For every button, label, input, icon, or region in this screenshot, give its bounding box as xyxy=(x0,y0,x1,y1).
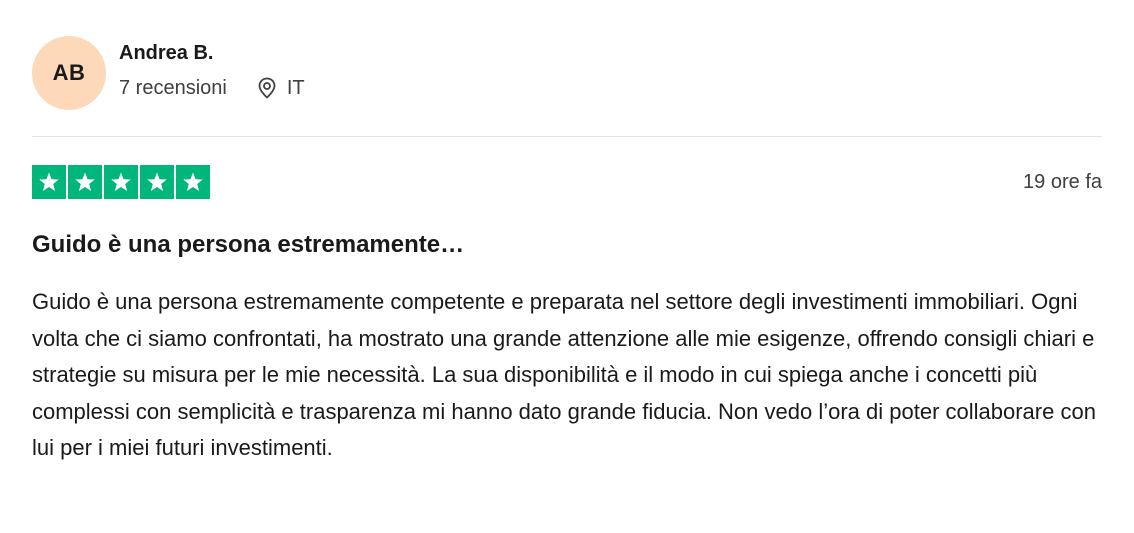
divider xyxy=(32,136,1102,137)
star-icon xyxy=(104,165,138,199)
rating-row: 19 ore fa xyxy=(32,165,1102,201)
star-icon xyxy=(140,165,174,199)
avatar[interactable]: AB xyxy=(32,36,106,110)
location-pin-icon xyxy=(257,77,277,99)
avatar-initials: AB xyxy=(52,60,86,85)
star-rating xyxy=(32,165,1102,199)
review-card: AB Andrea B. 7 recensioni IT 19 ore fa G… xyxy=(0,0,1134,533)
review-count: 7 recensioni xyxy=(119,77,227,99)
review-date: 19 ore fa xyxy=(1023,171,1102,193)
review-text: Guido è una persona estremamente compete… xyxy=(32,289,1096,461)
star-icon xyxy=(176,165,210,199)
star-icon xyxy=(68,165,102,199)
consumer-header: AB Andrea B. 7 recensioni IT xyxy=(32,36,305,110)
consumer-meta: 7 recensioni IT xyxy=(119,76,305,100)
country-code: IT xyxy=(286,77,305,99)
consumer-location: IT xyxy=(257,76,305,100)
review-title[interactable]: Guido è una persona estremamente… xyxy=(32,230,464,260)
star-icon xyxy=(32,165,66,199)
consumer-name[interactable]: Andrea B. xyxy=(119,40,305,66)
consumer-info: Andrea B. 7 recensioni IT xyxy=(119,36,305,100)
